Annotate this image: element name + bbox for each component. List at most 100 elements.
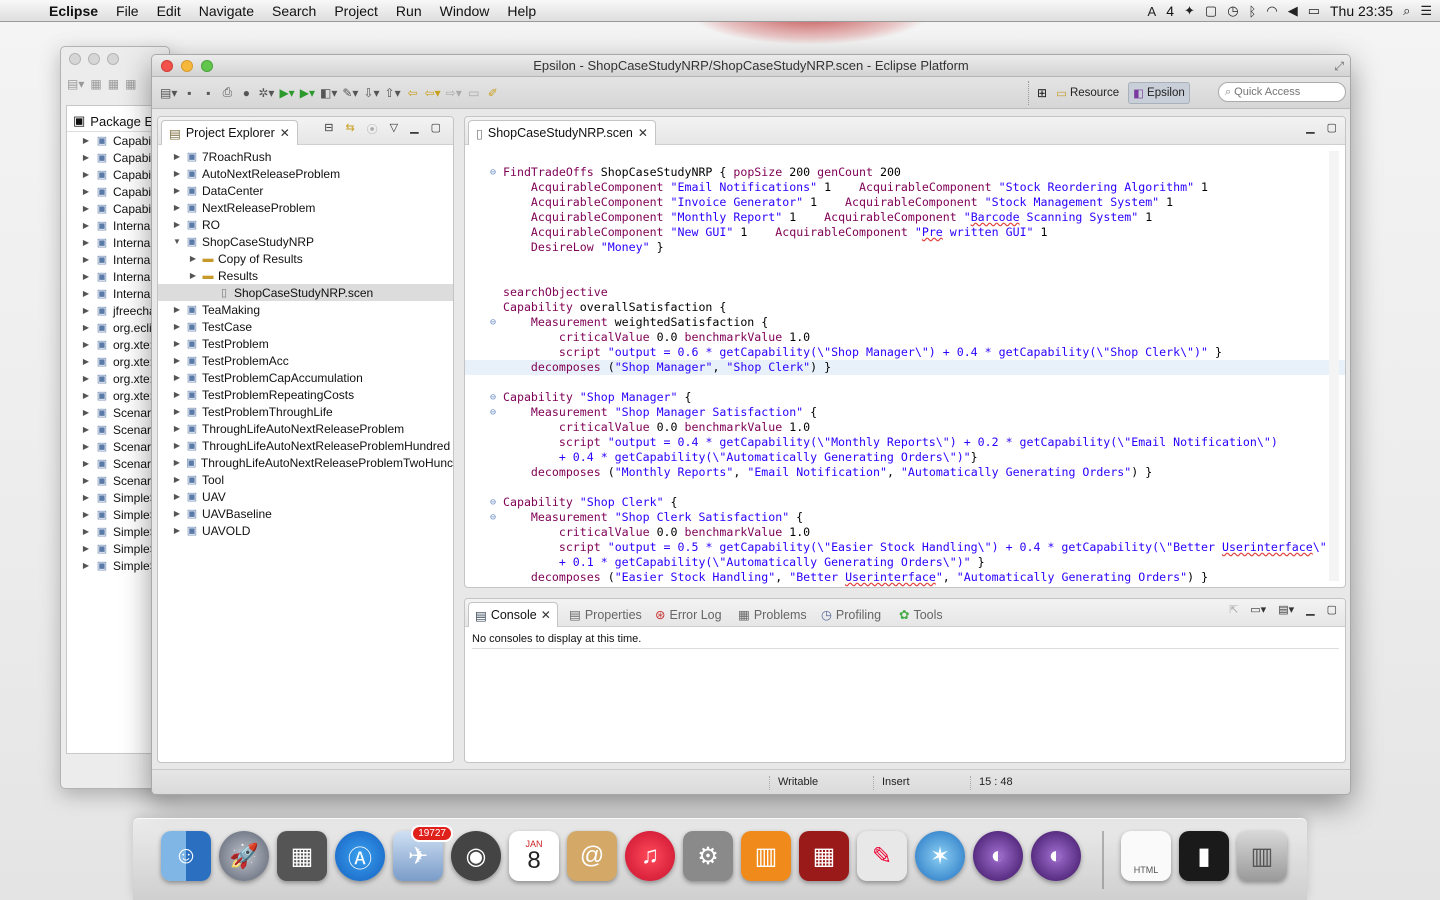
code-line[interactable]: AcquirableComponent "New GUI" 1 Acquirab… (465, 225, 1345, 240)
ibooks-icon[interactable]: ▥ (741, 831, 791, 881)
spotlight-search-icon[interactable]: ⌕ (1403, 3, 1410, 19)
expand-arrow-icon[interactable]: ▶ (81, 153, 91, 162)
code-line[interactable]: decomposes ("Shop Manager", "Shop Clerk"… (465, 360, 1345, 375)
calendar-icon[interactable]: JAN 8 (509, 831, 559, 881)
expand-arrow-icon[interactable]: ▶ (81, 323, 91, 332)
fold-toggle-icon[interactable]: ⊖ (490, 315, 496, 330)
expand-arrow-icon[interactable]: ▶ (81, 459, 91, 468)
expand-arrow-icon[interactable]: ▶ (81, 340, 91, 349)
photo-booth-icon[interactable]: ▦ (799, 831, 849, 881)
expand-arrow-icon[interactable]: ▶ (172, 186, 182, 195)
code-line[interactable]: ⊖ Capability "Shop Manager" { (465, 390, 1345, 405)
tree-item[interactable]: ▶ ▣ Tool (158, 471, 453, 488)
itunes-icon[interactable]: ♫ (625, 831, 675, 881)
tab-properties[interactable]: ▤ Properties (569, 602, 642, 627)
quick-access-box[interactable]: ⌕ (1218, 82, 1346, 102)
open-perspective-icon[interactable]: ⊞ (1037, 86, 1047, 100)
expand-arrow-icon[interactable]: ▶ (172, 169, 182, 178)
code-line[interactable]: + 0.1 * getCapability(\"Automatically Ge… (465, 555, 1345, 570)
tree-item[interactable]: ▶ ▣ TestProblemAcc (158, 352, 453, 369)
expand-arrow-icon[interactable]: ▶ (81, 391, 91, 400)
expand-arrow-icon[interactable]: ▶ (81, 272, 91, 281)
close-window-button[interactable] (161, 60, 173, 72)
code-line[interactable]: searchObjective (465, 285, 1345, 300)
code-line[interactable]: ⊖ Capability "Shop Clerk" { (465, 495, 1345, 510)
mail-icon[interactable]: ✈ 19727 (393, 825, 453, 881)
expand-arrow-icon[interactable]: ▶ (172, 475, 182, 484)
expand-arrow-icon[interactable]: ▶ (81, 510, 91, 519)
expand-arrow-icon[interactable]: ▶ (172, 441, 182, 450)
tab-problems[interactable]: ▦ Problems (738, 602, 807, 627)
maximize-icon[interactable]: ▢ (431, 121, 441, 137)
tree-item[interactable]: ▶ ▬ Copy of Results (158, 250, 453, 267)
code-line[interactable]: DesireLow "Money" } (465, 240, 1345, 255)
tab-profiling[interactable]: ◷ Profiling (821, 602, 881, 627)
next-annotation-icon[interactable]: ⇩▾ (363, 86, 379, 100)
expand-arrow-icon[interactable]: ▶ (81, 357, 91, 366)
globe-icon[interactable]: ● (239, 86, 253, 100)
window-icon[interactable]: ▢ (1205, 3, 1217, 19)
minimize-icon[interactable]: ▁ (1306, 121, 1314, 134)
tree-item[interactable]: ▯ ShopCaseStudyNRP.scen (158, 284, 453, 301)
resource-perspective-button[interactable]: ▭ Resource (1051, 82, 1124, 104)
code-line[interactable]: script "output = 0.5 * getCapability(\"E… (465, 540, 1345, 555)
menu-navigate[interactable]: Navigate (190, 3, 263, 19)
system-preferences-icon[interactable]: ⚙ (683, 831, 733, 881)
expand-arrow-icon[interactable]: ▶ (81, 255, 91, 264)
save-icon[interactable]: ▪ (182, 86, 196, 100)
tree-item[interactable]: ▶ ▣ NextReleaseProblem (158, 199, 453, 216)
expand-arrow-icon[interactable]: ▶ (81, 306, 91, 315)
code-line[interactable]: criticalValue 0.0 benchmarkValue 1.0 (465, 525, 1345, 540)
forward-icon[interactable]: ⇨▾ (446, 86, 462, 100)
pin-icon[interactable]: ▭ (467, 86, 481, 100)
code-line[interactable]: AcquirableComponent "Email Notifications… (465, 180, 1345, 195)
expand-arrow-icon[interactable]: ▶ (81, 476, 91, 485)
tree-item[interactable]: ▶ ▣ 7RoachRush (158, 148, 453, 165)
volume-icon[interactable]: ◀ (1288, 3, 1298, 19)
menu-help[interactable]: Help (498, 3, 545, 19)
expand-arrow-icon[interactable]: ▶ (172, 152, 182, 161)
fullscreen-icon[interactable]: ⤢ (1334, 59, 1344, 74)
menu-run[interactable]: Run (387, 3, 431, 19)
notification-list-icon[interactable]: ☰ (1420, 3, 1432, 19)
code-line[interactable]: criticalValue 0.0 benchmarkValue 1.0 (465, 420, 1345, 435)
print-icon[interactable]: ⎙ (220, 85, 234, 100)
expand-arrow-icon[interactable]: ▶ (172, 509, 182, 518)
expand-arrow-icon[interactable]: ▶ (81, 425, 91, 434)
menu-search[interactable]: Search (263, 3, 325, 19)
run-external-icon[interactable]: ▶▾ (300, 86, 315, 100)
tab-tools[interactable]: ✿ Tools (899, 602, 943, 627)
code-line[interactable]: decomposes ("Monthly Reports", "Email No… (465, 465, 1345, 480)
expand-arrow-icon[interactable]: ▶ (172, 322, 182, 331)
expand-arrow-icon[interactable]: ▶ (172, 492, 182, 501)
expand-arrow-icon[interactable]: ▶ (81, 136, 91, 145)
display-console-icon[interactable]: ▭▾ (1250, 603, 1266, 616)
expand-arrow-icon[interactable]: ▶ (188, 254, 198, 263)
expand-arrow-icon[interactable]: ▶ (172, 356, 182, 365)
contacts-icon[interactable]: @ (567, 831, 617, 881)
open-type-icon[interactable]: ◧▾ (320, 86, 337, 100)
tree-item[interactable]: ▶ ▣ TestProblemCapAccumulation (158, 369, 453, 386)
code-line[interactable] (465, 375, 1345, 390)
expand-arrow-icon[interactable]: ▶ (81, 442, 91, 451)
expand-arrow-icon[interactable]: ▶ (81, 527, 91, 536)
epsilon-perspective-button[interactable]: ◧ Epsilon (1128, 82, 1190, 104)
expand-arrow-icon[interactable]: ▶ (172, 424, 182, 433)
fold-toggle-icon[interactable]: ⊖ (490, 510, 496, 525)
editor-scrollbar[interactable] (1329, 151, 1339, 581)
collapse-all-icon[interactable]: ⊟ (324, 121, 333, 137)
debug-icon[interactable]: ✲▾ (258, 86, 274, 100)
tree-item[interactable]: ▶ ▣ ThroughLifeAutoNextReleaseProblemHundr… (158, 437, 453, 454)
maximize-icon[interactable]: ▢ (1327, 603, 1337, 616)
eclipse-icon-2[interactable]: ◐ (1031, 831, 1081, 881)
close-icon[interactable]: ✕ (541, 608, 551, 622)
tree-item[interactable]: ▼ ▣ ShopCaseStudyNRP (158, 233, 453, 250)
code-line[interactable]: script "output = 0.4 * getCapability(\"M… (465, 435, 1345, 450)
code-line[interactable]: ⊖ FindTradeOffs ShopCaseStudyNRP { popSiz… (465, 165, 1345, 180)
expand-arrow-icon[interactable]: ▶ (172, 305, 182, 314)
tree-item[interactable]: ▶ ▣ TestProblem (158, 335, 453, 352)
save-all-icon[interactable]: ▪ (201, 86, 215, 100)
tree-item[interactable]: ▶ ▣ TestProblemThroughLife (158, 403, 453, 420)
tree-item[interactable]: ▶ ▣ UAVBaseline (158, 505, 453, 522)
eclipse-icon[interactable]: ◐ (973, 831, 1023, 881)
